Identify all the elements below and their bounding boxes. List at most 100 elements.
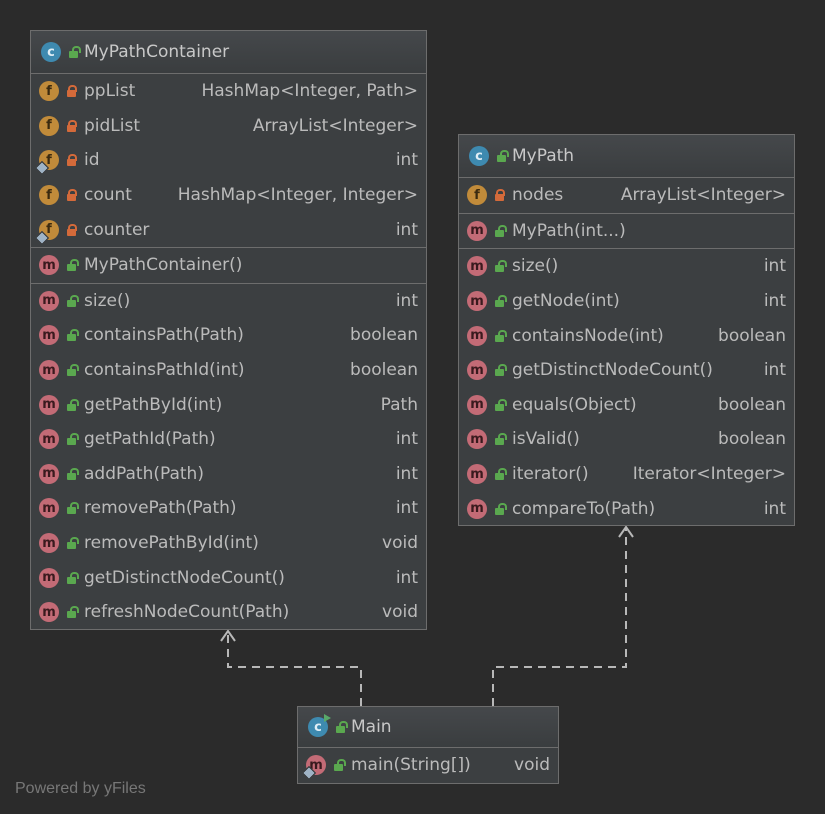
- member-name: containsPath(Path): [84, 325, 244, 346]
- member-name: nodes: [512, 185, 564, 206]
- class-name: MyPath: [512, 146, 575, 166]
- method-row[interactable]: m iterator() Iterator<Integer>: [459, 457, 794, 492]
- private-lock-icon: [67, 119, 77, 132]
- arrowhead-mypath: [618, 525, 634, 538]
- member-type: void: [382, 602, 418, 623]
- method-row[interactable]: m getNode(int) int: [459, 284, 794, 319]
- method-row[interactable]: m isValid() boolean: [459, 422, 794, 457]
- method-icon: m: [467, 256, 487, 277]
- methods-section: m size() int m containsPath(Path) boolean m con…: [31, 284, 426, 630]
- method-icon: m: [467, 464, 487, 485]
- method-row[interactable]: m MyPath(int...): [459, 214, 794, 249]
- member-name: containsPathId(int): [84, 360, 245, 381]
- method-row[interactable]: m removePath(Path) int: [31, 491, 426, 526]
- field-row[interactable]: f counter int: [31, 212, 426, 247]
- method-row[interactable]: m main(String[]) void: [298, 748, 558, 783]
- member-type: int: [763, 291, 786, 312]
- public-lock-icon: [495, 433, 507, 446]
- method-row[interactable]: m getPathId(Path) int: [31, 422, 426, 457]
- member-name: compareTo(Path): [512, 498, 656, 519]
- field-icon: f: [34, 150, 59, 176]
- member-name: size(): [84, 290, 131, 311]
- public-lock-icon: [334, 759, 346, 772]
- methods-section: m main(String[]) void: [298, 748, 558, 783]
- field-icon: f: [39, 185, 59, 206]
- member-name: iterator(): [512, 464, 589, 485]
- field-row[interactable]: f count HashMap<Integer, Integer>: [31, 178, 426, 213]
- method-row[interactable]: m refreshNodeCount(Path) void: [31, 595, 426, 630]
- member-name: getDistinctNodeCount(): [84, 567, 285, 588]
- method-icon: m: [39, 290, 59, 311]
- member-type: boolean: [350, 360, 418, 381]
- member-name: size(): [512, 256, 559, 277]
- member-type: int: [395, 498, 418, 519]
- method-icon: m: [467, 291, 487, 312]
- public-lock-icon: [495, 329, 507, 342]
- method-row[interactable]: m removePathById(int) void: [31, 526, 426, 561]
- public-lock-icon: [336, 721, 348, 733]
- method-icon: m: [301, 755, 326, 781]
- method-row[interactable]: m addPath(Path) int: [31, 457, 426, 492]
- class-mypathcontainer[interactable]: c MyPathContainer f ppList HashMap<Integer…: [30, 30, 427, 630]
- method-row[interactable]: m containsPathId(int) boolean: [31, 353, 426, 388]
- public-lock-icon: [67, 571, 79, 584]
- public-lock-icon: [495, 468, 507, 481]
- method-row[interactable]: m getDistinctNodeCount() int: [459, 353, 794, 388]
- member-name: counter: [84, 219, 150, 240]
- method-row[interactable]: m equals(Object) boolean: [459, 388, 794, 423]
- fields-section: f nodes ArrayList<Integer>: [459, 178, 794, 214]
- field-row[interactable]: f nodes ArrayList<Integer>: [459, 178, 794, 213]
- edge-main-to-mypathcontainer: [227, 632, 362, 706]
- edge-main-to-mypath: [492, 528, 627, 706]
- member-type: boolean: [718, 394, 786, 415]
- class-main[interactable]: c Main m main(String[]) void: [297, 706, 559, 784]
- field-row[interactable]: f ppList HashMap<Integer, Path>: [31, 74, 426, 109]
- public-lock-icon: [67, 502, 79, 515]
- member-type: int: [763, 256, 786, 277]
- method-row[interactable]: m containsNode(int) boolean: [459, 318, 794, 353]
- member-type: int: [395, 463, 418, 484]
- class-mypath[interactable]: c MyPath f nodes ArrayList<Integer> m MyPat…: [458, 134, 795, 526]
- method-row[interactable]: m containsPath(Path) boolean: [31, 318, 426, 353]
- member-type: int: [763, 360, 786, 381]
- method-row[interactable]: m compareTo(Path) int: [459, 491, 794, 526]
- run-icon: [324, 714, 331, 722]
- class-header: c MyPathContainer: [31, 31, 426, 74]
- method-icon: m: [467, 325, 487, 346]
- public-lock-icon: [495, 295, 507, 308]
- method-row[interactable]: m getPathById(int) Path: [31, 387, 426, 422]
- public-lock-icon: [497, 150, 509, 162]
- private-lock-icon: [67, 223, 77, 236]
- field-icon: f: [39, 115, 59, 136]
- method-row[interactable]: m size() int: [459, 249, 794, 284]
- member-name: count: [84, 185, 132, 206]
- constructors-section: m MyPath(int...): [459, 214, 794, 250]
- private-lock-icon: [67, 154, 77, 167]
- class-icon: c: [469, 146, 489, 166]
- method-icon: m: [39, 429, 59, 450]
- method-row[interactable]: m getDistinctNodeCount() int: [31, 560, 426, 595]
- member-name: MyPath(int...): [512, 220, 626, 241]
- public-lock-icon: [495, 502, 507, 515]
- field-row[interactable]: f id int: [31, 143, 426, 178]
- public-lock-icon: [67, 467, 79, 480]
- class-icon: c: [308, 714, 331, 737]
- member-type: ArrayList<Integer>: [620, 185, 786, 206]
- private-lock-icon: [67, 85, 77, 98]
- member-type: boolean: [350, 325, 418, 346]
- method-icon: m: [39, 255, 59, 276]
- public-lock-icon: [67, 259, 79, 272]
- field-row[interactable]: f pidList ArrayList<Integer>: [31, 109, 426, 144]
- method-row[interactable]: m size() int: [31, 284, 426, 319]
- public-lock-icon: [495, 260, 507, 273]
- member-name: id: [84, 150, 100, 171]
- public-lock-icon: [495, 224, 507, 237]
- method-icon: m: [39, 463, 59, 484]
- method-row[interactable]: m MyPathContainer(): [31, 248, 426, 283]
- class-icon: c: [41, 42, 61, 62]
- member-name: getPathById(int): [84, 394, 223, 415]
- member-name: getNode(int): [512, 291, 620, 312]
- member-type: ArrayList<Integer>: [252, 115, 418, 136]
- method-icon: m: [39, 567, 59, 588]
- private-lock-icon: [495, 189, 505, 202]
